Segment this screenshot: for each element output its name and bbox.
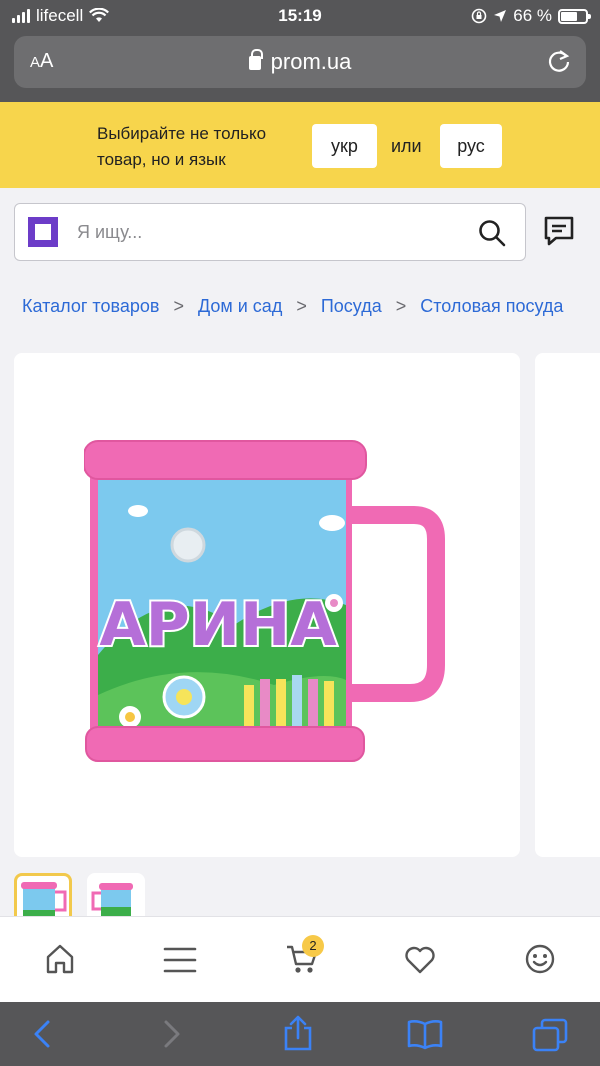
orientation-lock-icon [471, 8, 487, 24]
browser-chrome: lifecell 15:19 66 % AA prom.ua [0, 0, 600, 102]
language-banner-text: Выбирайте не только товар, но и язык [97, 124, 267, 169]
url-text: prom.ua [270, 49, 352, 74]
prom-logo[interactable] [28, 217, 58, 247]
chevron-right-icon: > [395, 296, 407, 316]
bottom-navigation [0, 916, 600, 1002]
cart-count-badge: 2 [302, 935, 324, 957]
menu-icon[interactable] [163, 946, 197, 974]
breadcrumb: Каталог товаров > Дом и сад > Посуда > Столова… [22, 296, 600, 322]
battery-percent: 66 % [513, 6, 552, 25]
ukr-button[interactable]: укр [312, 124, 377, 168]
reload-icon[interactable] [546, 48, 572, 74]
location-icon [494, 10, 507, 22]
share-icon[interactable] [282, 1014, 314, 1052]
back-icon[interactable] [30, 1018, 54, 1050]
safari-toolbar [0, 1002, 600, 1066]
product-image-card[interactable]: АРИНА [14, 353, 520, 857]
search-bar[interactable]: Я ищу... [14, 203, 526, 261]
forward-icon[interactable] [160, 1018, 184, 1050]
tabs-icon[interactable] [532, 1018, 568, 1052]
bookmarks-icon[interactable] [406, 1018, 444, 1050]
home-icon[interactable] [45, 943, 75, 975]
mug-name-text: АРИНА [99, 590, 337, 660]
status-bar: lifecell 15:19 66 % [0, 0, 600, 32]
chevron-right-icon: > [173, 296, 184, 316]
smiley-icon[interactable] [524, 943, 556, 975]
chevron-right-icon: > [296, 296, 307, 316]
heart-icon[interactable] [404, 945, 436, 975]
language-banner: Выбирайте не только товар, но и язык укр… [0, 102, 600, 188]
product-image[interactable]: АРИНА [84, 435, 464, 785]
breadcrumb-tableware[interactable]: Столовая посуда [420, 296, 563, 316]
breadcrumb-home-garden[interactable]: Дом и сад [198, 296, 282, 316]
or-label: или [391, 136, 422, 156]
search-input[interactable]: Я ищу... [77, 222, 142, 243]
breadcrumb-catalog[interactable]: Каталог товаров [22, 296, 159, 316]
breadcrumb-dishes[interactable]: Посуда [321, 296, 382, 316]
rus-button[interactable]: рус [440, 124, 502, 168]
chat-icon[interactable] [542, 214, 576, 248]
address-bar[interactable]: AA prom.ua [14, 36, 586, 88]
next-image-card[interactable] [535, 353, 600, 857]
search-icon[interactable] [477, 218, 507, 248]
lock-icon [248, 49, 263, 70]
battery-icon [558, 8, 591, 24]
